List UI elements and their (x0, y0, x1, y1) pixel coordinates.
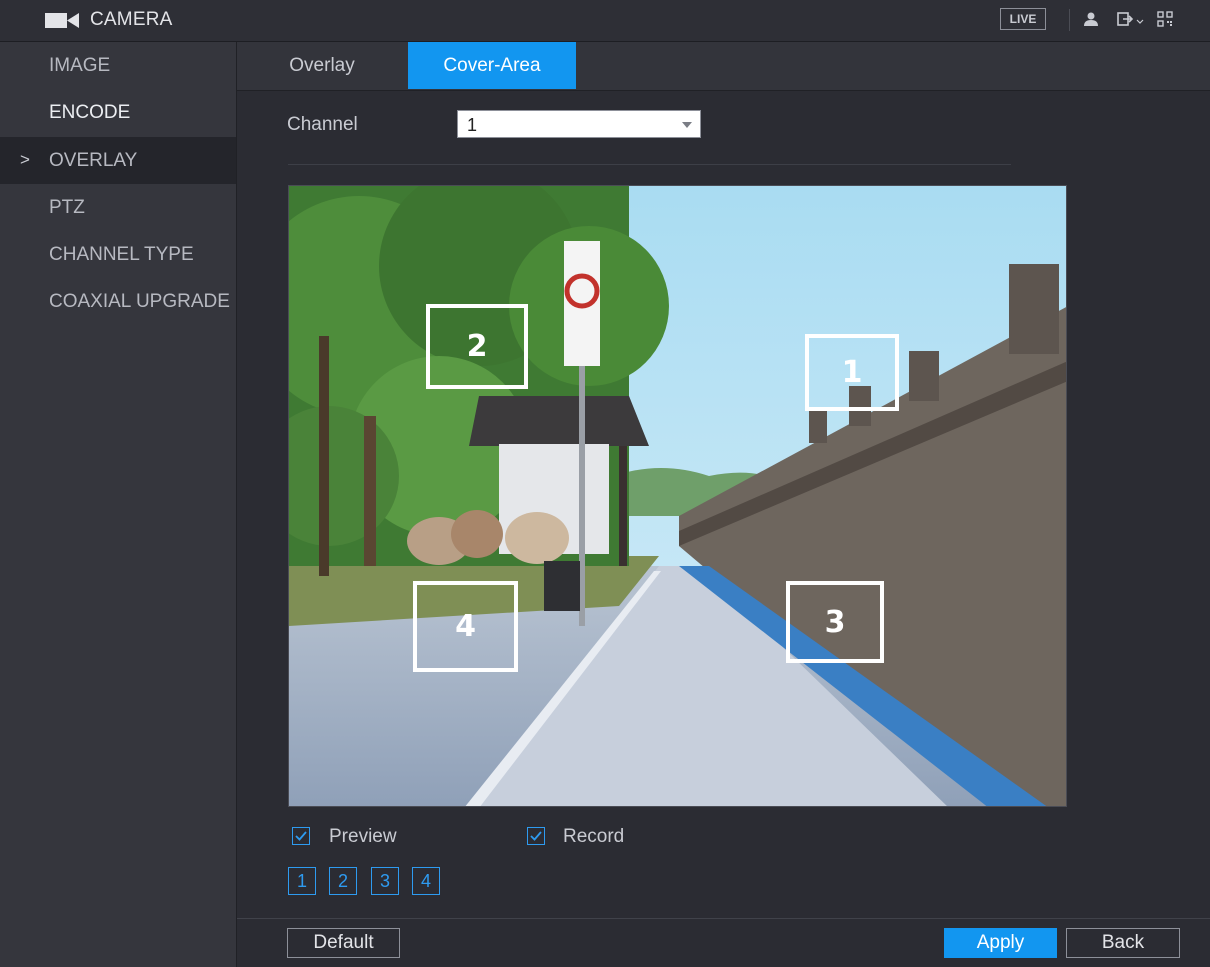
tab-bar: Overlay Cover-Area (237, 42, 1210, 91)
record-label: Record (563, 826, 625, 847)
sidebar-item-ptz[interactable]: PTZ (0, 184, 236, 231)
channel-select[interactable]: 1 (457, 110, 701, 138)
sidebar-item-channel-type[interactable]: CHANNEL TYPE (0, 231, 236, 278)
sidebar-item-coaxial-upgrade[interactable]: COAXIAL UPGRADE (0, 278, 236, 325)
tab-cover-area[interactable]: Cover-Area (408, 42, 576, 89)
channel-label: Channel (287, 114, 358, 135)
cover-area-3[interactable]: 3 (786, 581, 884, 663)
sidebar-item-encode[interactable]: ENCODE (0, 89, 236, 136)
camera-scene-image (289, 186, 1066, 806)
sidebar-item-label: OVERLAY (49, 149, 138, 171)
apply-button[interactable]: Apply (944, 928, 1057, 958)
area-button-1[interactable]: 1 (288, 867, 316, 895)
section-divider (288, 164, 1011, 165)
cover-area-4[interactable]: 4 (413, 581, 518, 672)
live-button[interactable]: LIVE (1000, 8, 1046, 30)
checkmark-icon (530, 831, 542, 841)
default-button[interactable]: Default (287, 928, 400, 958)
area-button-2[interactable]: 2 (329, 867, 357, 895)
preview-checkbox[interactable] (292, 827, 310, 845)
video-camera-icon (45, 13, 79, 28)
record-checkbox[interactable] (527, 827, 545, 845)
logout-icon[interactable] (1117, 11, 1145, 27)
footer-divider (237, 918, 1210, 919)
area-button-3[interactable]: 3 (371, 867, 399, 895)
tab-overlay[interactable]: Overlay (237, 42, 407, 89)
app-title: CAMERA (90, 9, 173, 30)
chevron-right-icon: > (20, 150, 30, 169)
sidebar-item-overlay[interactable]: > OVERLAY (0, 137, 236, 184)
area-button-4[interactable]: 4 (412, 867, 440, 895)
video-preview[interactable]: 1 2 3 4 (288, 185, 1067, 807)
sidebar-item-label: COAXIAL UPGRADE (49, 290, 230, 312)
channel-select-value: 1 (467, 115, 478, 135)
top-bar-divider (1069, 9, 1070, 31)
top-bar: CAMERA LIVE (0, 0, 1210, 42)
sidebar-item-label: CHANNEL TYPE (49, 243, 194, 265)
sidebar-item-label: IMAGE (49, 54, 111, 76)
sidebar-item-label: PTZ (49, 196, 85, 218)
checkmark-icon (295, 831, 307, 841)
preview-label: Preview (329, 826, 397, 847)
sidebar-item-image[interactable]: IMAGE (0, 42, 236, 89)
sidebar: IMAGE ENCODE > OVERLAY PTZ CHANNEL TYPE … (0, 42, 237, 967)
user-icon[interactable] (1083, 11, 1099, 27)
caret-down-icon (682, 122, 692, 128)
back-button[interactable]: Back (1066, 928, 1180, 958)
qr-code-icon[interactable] (1157, 11, 1173, 27)
cover-area-2[interactable]: 2 (426, 304, 528, 389)
sidebar-item-label: ENCODE (49, 101, 131, 123)
cover-area-1[interactable]: 1 (805, 334, 899, 411)
